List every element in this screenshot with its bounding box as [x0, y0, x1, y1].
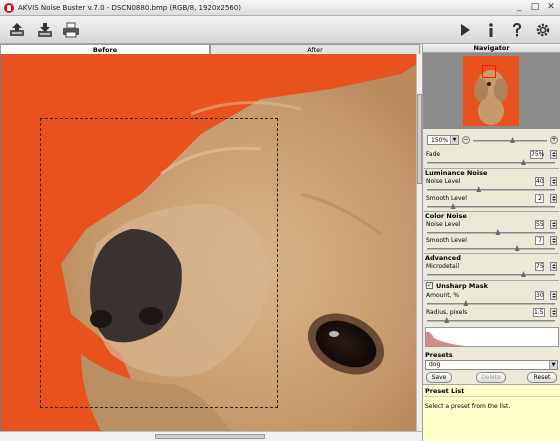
tab-before[interactable]: Before [0, 44, 210, 54]
preset-list-title: Preset List [425, 387, 465, 395]
color-smooth-slider-track[interactable] [427, 248, 555, 250]
luminance-smooth-label: Smooth Level [426, 195, 467, 202]
zoom-out-button[interactable]: − [462, 136, 470, 144]
toolbar [0, 16, 560, 44]
color-smooth-label: Smooth Level [426, 237, 467, 244]
help-icon [513, 23, 521, 37]
preview-selection-rect[interactable] [40, 118, 278, 408]
luminance-noise-heading: Luminance Noise [425, 169, 488, 177]
microdetail-label: Microdetail [426, 263, 460, 270]
maximize-button[interactable]: □ [530, 2, 540, 13]
chevron-down-icon: ▼ [549, 361, 557, 369]
window-controls: _ □ ✕ [514, 2, 556, 13]
color-smooth-spinner[interactable] [550, 236, 557, 245]
color-noise-value[interactable]: 55 [535, 220, 544, 229]
radius-spinner[interactable] [550, 308, 557, 317]
fade-slider-track[interactable] [427, 162, 555, 164]
window-title: AKVIS Noise Buster v.7.0 - DSCN0880.bmp … [18, 3, 242, 12]
presets-heading: Presets [425, 351, 453, 359]
horizontal-scrollbar[interactable] [0, 431, 422, 441]
image-viewport[interactable] [0, 54, 416, 431]
print-button[interactable] [60, 20, 82, 40]
zoom-select[interactable]: 150% ▼ [427, 135, 459, 145]
chevron-down-icon: ▼ [450, 136, 458, 144]
fade-label: Fade [426, 151, 441, 158]
color-smooth-value[interactable]: 7 [535, 236, 544, 245]
color-noise-slider-track[interactable] [427, 232, 555, 234]
unsharp-mask-heading: Unsharp Mask [436, 282, 488, 290]
luminance-noise-label: Noise Level [426, 178, 461, 185]
info-icon [489, 23, 493, 37]
zoom-row: 150% ▼ − + [425, 135, 559, 147]
luminance-smooth-slider-track[interactable] [427, 206, 555, 208]
presets-selected-value: dog [429, 361, 441, 368]
luminance-smooth-value[interactable]: 2 [535, 194, 544, 203]
radius-label: Radius, pixels [426, 309, 468, 316]
color-noise-heading: Color Noise [425, 212, 467, 220]
amount-value[interactable]: 30 [535, 291, 544, 300]
divider [424, 280, 559, 281]
settings-icon [536, 23, 550, 37]
horizontal-scroll-thumb[interactable] [155, 434, 265, 439]
color-noise-spinner[interactable] [550, 220, 557, 229]
unsharp-mask-checkbox[interactable]: ✓ [426, 282, 433, 289]
fade-value[interactable]: 75% [530, 150, 544, 159]
microdetail-value[interactable]: 75 [535, 262, 544, 271]
amount-label: Amount, % [426, 292, 460, 299]
zoom-in-button[interactable]: + [550, 136, 558, 144]
tab-after[interactable]: After [210, 44, 420, 54]
open-button[interactable] [6, 20, 28, 40]
navigator-title: Navigator [423, 44, 560, 53]
luminance-noise-value[interactable]: 40 [535, 177, 544, 186]
minimize-button[interactable]: _ [514, 2, 524, 13]
help-button[interactable] [506, 20, 528, 40]
save-icon [38, 23, 52, 37]
amount-slider-track[interactable] [427, 303, 555, 305]
color-noise-label: Noise Level [426, 221, 461, 228]
histogram-graph [426, 331, 466, 346]
print-icon [63, 22, 79, 38]
save-button[interactable] [34, 20, 56, 40]
presets-select[interactable]: dog ▼ [425, 360, 558, 370]
zoom-value: 150% [431, 137, 449, 144]
radius-value[interactable]: 1,5 [533, 308, 545, 317]
settings-panel: Navigator 150% ▼ − + Fade 75% Luminance … [422, 44, 560, 441]
view-tabs: Before After [0, 44, 420, 54]
luminance-noise-spinner[interactable] [550, 177, 557, 186]
title-bar: AKVIS Noise Buster v.7.0 - DSCN0880.bmp … [0, 0, 560, 16]
run-icon [461, 24, 470, 36]
divider [423, 396, 560, 397]
app-window: AKVIS Noise Buster v.7.0 - DSCN0880.bmp … [0, 0, 560, 441]
preset-list-hint: Select a preset from the list. [425, 403, 511, 410]
navigator-thumbnail[interactable] [463, 56, 519, 126]
navigator-box [423, 53, 560, 129]
reset-button[interactable]: Reset [527, 372, 557, 383]
microdetail-spinner[interactable] [550, 262, 557, 271]
histogram [425, 327, 559, 347]
microdetail-slider-track[interactable] [427, 274, 555, 276]
amount-spinner[interactable] [550, 291, 557, 300]
luminance-smooth-spinner[interactable] [550, 194, 557, 203]
info-button[interactable] [480, 20, 502, 40]
save-preset-button[interactable]: Save [426, 372, 452, 383]
app-logo-icon [4, 2, 14, 13]
settings-button[interactable] [532, 20, 554, 40]
preset-list-panel: Preset List Select a preset from the lis… [423, 384, 560, 441]
open-icon [10, 23, 24, 36]
luminance-noise-slider-track[interactable] [427, 189, 555, 191]
navigator-view-rect[interactable] [482, 65, 496, 78]
advanced-heading: Advanced [425, 254, 461, 262]
delete-preset-button[interactable]: Delete [476, 372, 506, 383]
zoom-slider-track[interactable] [473, 140, 547, 142]
run-button[interactable] [454, 20, 476, 40]
fade-spinner[interactable] [550, 150, 557, 159]
close-button[interactable]: ✕ [546, 2, 556, 13]
